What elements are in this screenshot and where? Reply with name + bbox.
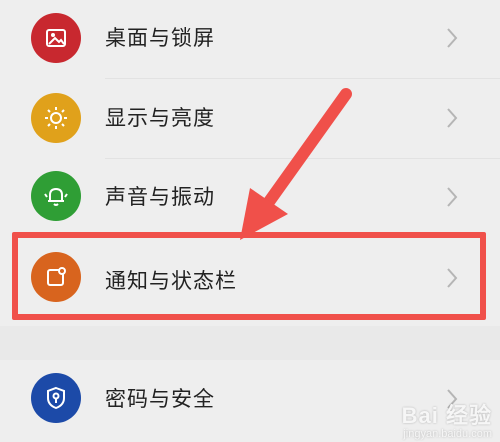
- image-icon: [31, 13, 81, 63]
- settings-item-sound-vibration[interactable]: 声音与振动: [0, 158, 500, 238]
- watermark-brand: Bai 经验: [401, 403, 492, 428]
- bell-icon: [31, 171, 81, 221]
- settings-item-label: 声音与振动: [105, 185, 215, 209]
- watermark: Bai 经验 jingyan.baidu.com: [402, 398, 492, 440]
- watermark-url: jingyan.baidu.com: [403, 428, 492, 440]
- sun-icon: [31, 93, 81, 143]
- settings-item-label: 显示与亮度: [105, 106, 215, 130]
- chevron-right-icon: [444, 185, 460, 209]
- highlight-box: [12, 232, 486, 320]
- settings-screen: 桌面与锁屏 显示与亮度 声音与振动 通知与状态栏 密码与安全: [0, 0, 500, 442]
- shield-icon: [31, 373, 81, 423]
- chevron-right-icon: [444, 106, 460, 130]
- section-gap: [0, 326, 500, 360]
- chevron-right-icon: [444, 26, 460, 50]
- settings-item-desktop-lockscreen[interactable]: 桌面与锁屏: [0, 0, 500, 77]
- settings-item-label: 桌面与锁屏: [105, 26, 215, 50]
- settings-item-display-brightness[interactable]: 显示与亮度: [0, 78, 500, 158]
- settings-item-label: 密码与安全: [105, 387, 215, 411]
